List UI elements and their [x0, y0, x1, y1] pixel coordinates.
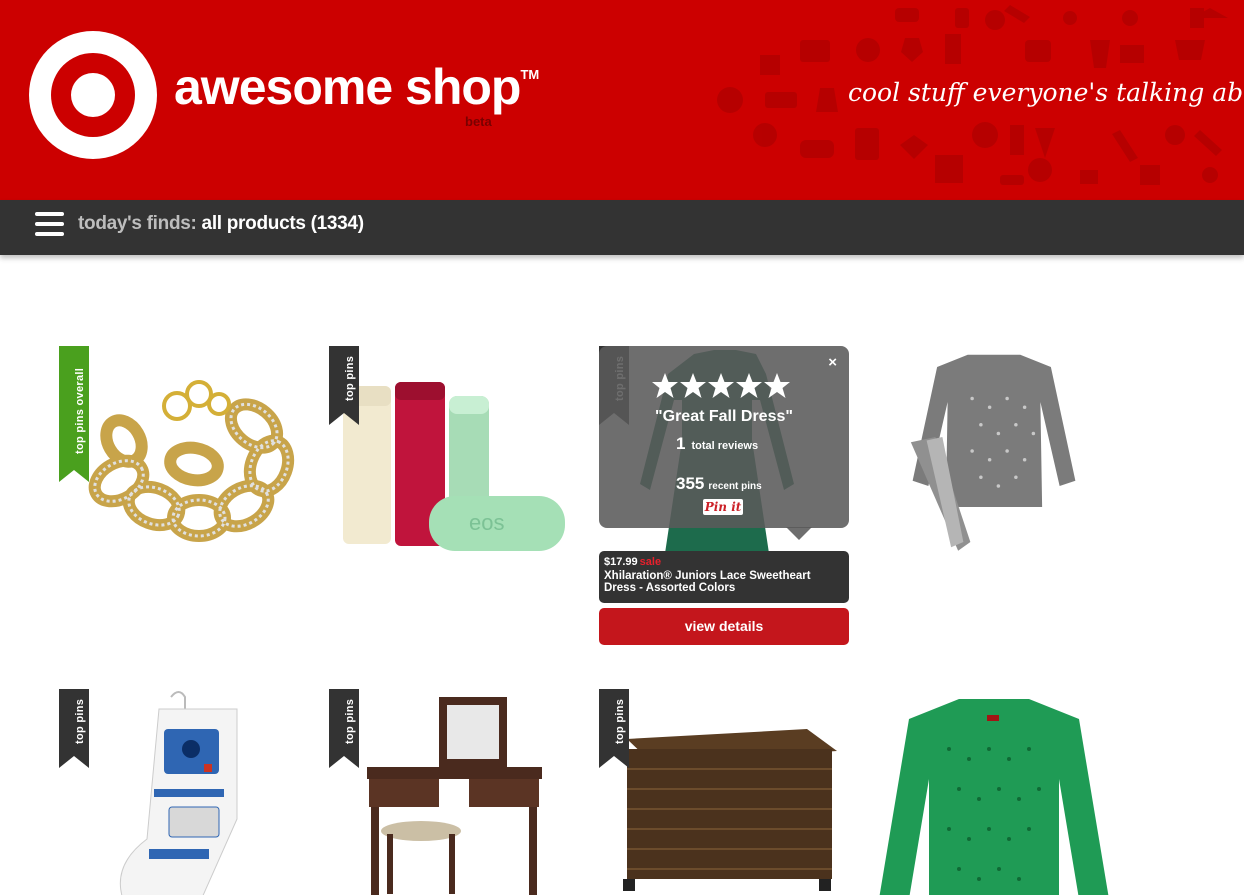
rating-stars [651, 372, 791, 402]
recent-pins: 355 recent pins [676, 474, 762, 493]
target-bullseye-logo[interactable] [28, 30, 158, 160]
beta-label: beta [465, 114, 492, 129]
product-card-bracelet[interactable]: top pins overall [59, 346, 309, 556]
total-reviews[interactable]: 1 total reviews [676, 434, 758, 454]
brand-name[interactable]: awesome shopTM [174, 62, 539, 112]
category-title: all products (1334) [201, 213, 364, 234]
product-quick-view-popup: × "Great Fall Dress" 1 total reviews 355 r… [599, 346, 849, 528]
category-prefix: today's finds: [78, 213, 197, 234]
trademark-mark: TM [520, 67, 540, 82]
tagline: cool stuff everyone's talking about [848, 78, 1244, 107]
product-image-bracelet[interactable] [59, 346, 309, 556]
product-card-wicker-trunk[interactable]: top pins [599, 689, 849, 895]
product-image-vanity-desk[interactable] [329, 689, 579, 895]
product-card-gray-top[interactable] [869, 346, 1119, 556]
product-image-green-blouse[interactable] [869, 689, 1119, 895]
product-card-vanity[interactable]: top pins [329, 689, 579, 895]
site-header: awesome shopTM beta cool stuff everyone'… [0, 0, 1244, 200]
star-rating-icon [652, 373, 790, 398]
product-image-r2d2-stocking[interactable] [59, 689, 309, 895]
product-card-eos[interactable]: eos top pins [329, 346, 579, 556]
product-name[interactable]: Xhilaration® Juniors Lace Sweetheart Dre… [604, 570, 844, 594]
price: $17.99 sale [604, 556, 662, 568]
product-image-gray-thermal-top[interactable] [869, 346, 1119, 556]
product-card-green-blouse[interactable] [869, 689, 1119, 895]
product-info-box[interactable]: $17.99 sale Xhilaration® Juniors Lace Swe… [599, 551, 849, 603]
product-image-wicker-trunk[interactable] [599, 689, 849, 895]
close-icon[interactable]: × [828, 354, 837, 371]
popup-pointer [786, 527, 812, 540]
product-card-r2d2-stocking[interactable]: top pins [59, 689, 309, 895]
category-bar: today's finds: all products (1334) [0, 200, 1244, 255]
menu-icon[interactable] [35, 212, 64, 236]
view-details-button[interactable]: view details [599, 608, 849, 645]
category-heading: today's finds: all products (1334) [78, 213, 364, 235]
sale-badge: sale [639, 556, 662, 568]
pin-it-button[interactable]: Pin it [703, 499, 743, 515]
product-image-eos-lip-balm[interactable]: eos [329, 346, 579, 556]
review-title: "Great Fall Dress" [655, 408, 793, 425]
svg-text:eos: eos [469, 510, 504, 535]
